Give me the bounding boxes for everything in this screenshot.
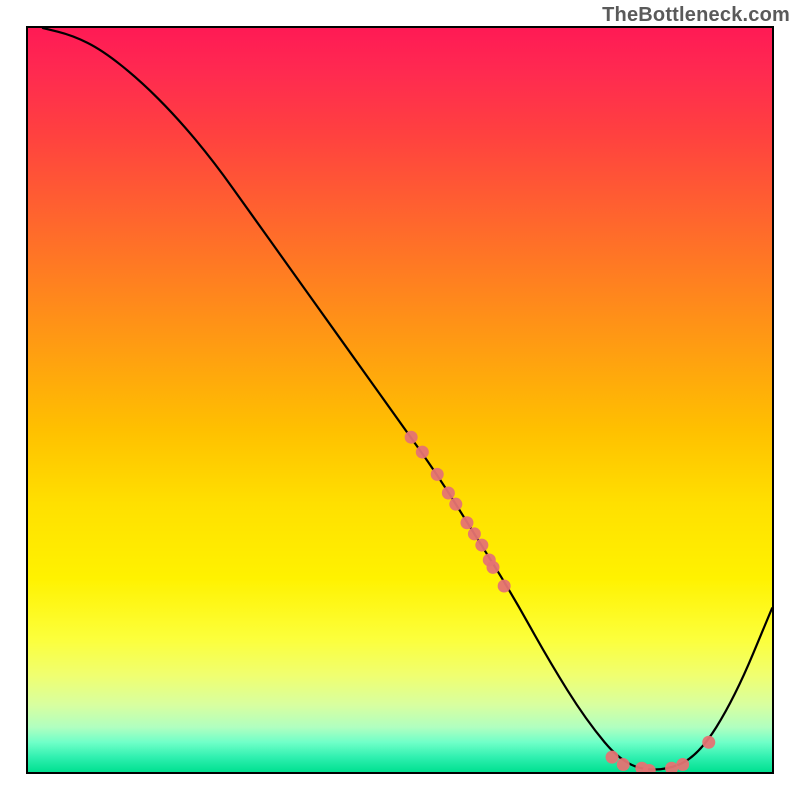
data-point	[617, 758, 630, 771]
data-point	[416, 446, 429, 459]
data-point	[475, 539, 488, 552]
watermark-text: TheBottleneck.com	[602, 4, 790, 27]
plot-area	[26, 26, 774, 774]
chart-container: TheBottleneck.com	[0, 0, 800, 800]
data-point	[405, 431, 418, 444]
data-point	[702, 736, 715, 749]
data-point	[665, 762, 678, 772]
chart-svg	[28, 28, 772, 772]
bottleneck-curve	[43, 28, 772, 770]
data-point	[431, 468, 444, 481]
data-points-group	[405, 431, 716, 772]
data-point	[460, 516, 473, 529]
data-point	[442, 487, 455, 500]
data-point	[449, 498, 462, 511]
data-point	[498, 580, 511, 593]
data-point	[468, 527, 481, 540]
data-point	[676, 758, 689, 771]
data-point	[606, 751, 619, 764]
data-point	[487, 561, 500, 574]
